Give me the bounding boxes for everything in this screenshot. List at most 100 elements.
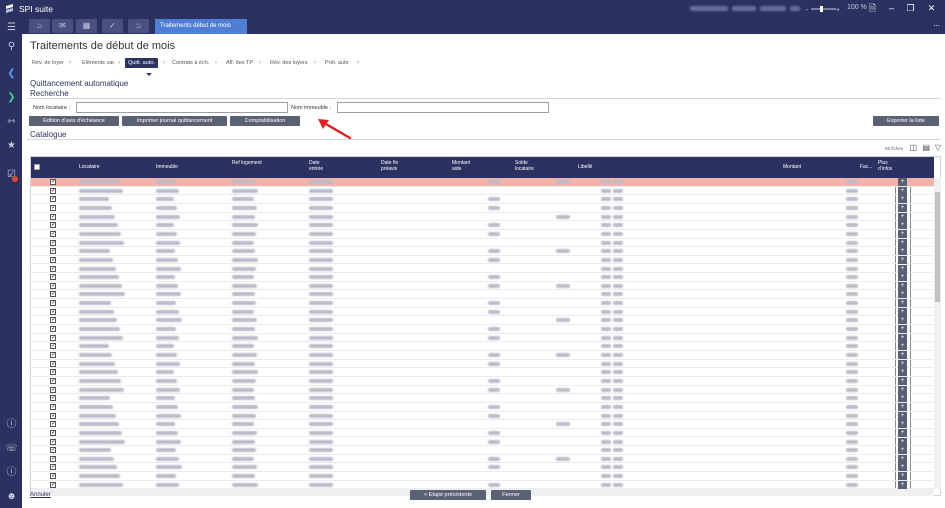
etape-precedente-button[interactable]: < Etape précédente	[410, 490, 486, 500]
table-row[interactable]: ✓ +	[31, 221, 934, 230]
row-checkbox[interactable]: ✓	[50, 360, 56, 367]
table-row[interactable]: ✓ +	[31, 446, 934, 455]
row-checkbox[interactable]: ✓	[50, 274, 56, 281]
table-row[interactable]: ✓ +	[31, 437, 934, 447]
plus-infos-button[interactable]: +	[898, 264, 907, 273]
row-checkbox[interactable]: ✓	[50, 447, 56, 454]
plus-infos-button[interactable]: +	[898, 212, 907, 221]
help-icon[interactable]: ⓘ	[5, 418, 18, 431]
imprimer-journal-button[interactable]: Imprimer journal quittancement	[122, 116, 227, 126]
row-checkbox[interactable]: ✓	[50, 455, 56, 462]
row-checkbox[interactable]: ✓	[50, 464, 56, 471]
table-row[interactable]: ✓ +	[31, 385, 934, 395]
row-checkbox[interactable]: ✓	[50, 308, 56, 315]
col-locataire[interactable]: Locataire	[79, 164, 100, 170]
plus-infos-button[interactable]: +	[898, 316, 907, 325]
step-aff-tp[interactable]: Aff. des TP	[226, 60, 253, 66]
row-checkbox[interactable]: ✓	[50, 403, 56, 410]
table-row[interactable]: ✓ +	[31, 325, 934, 334]
mail-tab-icon[interactable]: ✉	[52, 19, 73, 33]
row-checkbox[interactable]: ✓	[50, 317, 56, 324]
row-checkbox[interactable]: ✓	[50, 473, 56, 480]
calendar-tab-icon[interactable]: ▦	[76, 19, 97, 33]
plus-infos-button[interactable]: +	[898, 368, 907, 377]
plus-infos-button[interactable]: +	[898, 351, 907, 359]
plus-infos-button[interactable]: +	[898, 385, 907, 394]
select-all-checkbox[interactable]	[34, 164, 40, 170]
plus-infos-button[interactable]: +	[898, 446, 907, 455]
row-checkbox[interactable]: ✓	[50, 187, 56, 194]
row-checkbox[interactable]: ✓	[50, 386, 56, 393]
table-row[interactable]: ✓ +	[31, 307, 934, 317]
table-row[interactable]: ✓ +	[31, 299, 934, 308]
table-row[interactable]: ✓ +	[31, 368, 934, 377]
plus-infos-button[interactable]: +	[898, 480, 907, 489]
vertical-scrollbar[interactable]	[934, 178, 941, 489]
plus-infos-button[interactable]: +	[898, 325, 907, 334]
row-checkbox[interactable]: ✓	[50, 334, 56, 341]
row-checkbox[interactable]: ✓	[50, 326, 56, 333]
exporter-liste-button[interactable]: Exporter la liste	[873, 116, 939, 126]
plus-infos-button[interactable]: +	[898, 307, 907, 316]
step-rev-loyers[interactable]: Rév. des loyers	[270, 60, 308, 66]
support-icon[interactable]: ☏	[5, 442, 18, 455]
row-checkbox[interactable]: ✓	[50, 352, 56, 358]
plus-infos-button[interactable]: +	[898, 299, 907, 308]
table-row[interactable]: ✓ +	[31, 463, 934, 473]
col-montant[interactable]: Montant	[783, 164, 801, 170]
table-row[interactable]: ✓ +	[31, 394, 934, 403]
col-fac[interactable]: Fac...	[860, 164, 873, 170]
filter-icon[interactable]: ▽	[935, 143, 941, 152]
columns-icon[interactable]: ◫	[909, 143, 917, 152]
plus-infos-button[interactable]: +	[898, 186, 907, 195]
comptabilisation-button[interactable]: Comptabilisation	[230, 116, 300, 126]
plus-infos-button[interactable]: +	[898, 290, 907, 299]
col-date-fin-preavis[interactable]: Date fin préavis	[381, 160, 405, 172]
plus-infos-button[interactable]: +	[898, 463, 907, 472]
locataire-input[interactable]	[76, 102, 288, 113]
table-row[interactable]: ✓ +	[31, 273, 934, 282]
row-checkbox[interactable]: ✓	[50, 421, 56, 428]
user-icon[interactable]: ☻	[5, 490, 18, 503]
row-checkbox[interactable]: ✓	[50, 204, 56, 211]
table-row[interactable]: ✓ +	[31, 264, 934, 274]
row-checkbox[interactable]: ✓	[50, 179, 56, 185]
plus-infos-button[interactable]: +	[898, 247, 907, 256]
table-row[interactable]: ✓ +	[31, 290, 934, 300]
table-row[interactable]: ✓ +	[31, 203, 934, 213]
table-row[interactable]: ✓ +	[31, 229, 934, 239]
table-row[interactable]: ✓ +	[31, 480, 934, 489]
row-checkbox[interactable]: ✓	[50, 239, 56, 246]
step-quitt-auto[interactable]: Quitt. auto.	[125, 58, 158, 68]
plus-infos-button[interactable]: +	[898, 333, 907, 342]
col-solde-locataire[interactable]: Solde locataire	[515, 160, 541, 172]
step-contrats[interactable]: Contrats à éch.	[172, 60, 209, 66]
table-row[interactable]: ✓ +	[31, 195, 934, 204]
table-row[interactable]: ✓ +	[31, 255, 934, 265]
annuler-link[interactable]: Annuler	[30, 492, 51, 498]
table-row[interactable]: ✓ +	[31, 342, 934, 351]
table-row[interactable]: ✓ +	[31, 376, 934, 386]
arrow-left-icon[interactable]: ❮	[5, 67, 18, 80]
export-icon[interactable]: ▤	[922, 143, 930, 152]
table-row[interactable]: ✓ +	[31, 316, 934, 326]
minimize-icon[interactable]: –	[886, 3, 897, 14]
row-checkbox[interactable]: ✓	[50, 282, 56, 289]
plus-infos-button[interactable]: +	[898, 342, 907, 351]
restore-icon[interactable]: ❐	[905, 3, 916, 14]
table-row[interactable]: ✓ +	[31, 178, 934, 187]
plus-infos-button[interactable]: +	[898, 376, 907, 385]
row-checkbox[interactable]: ✓	[50, 369, 56, 376]
plus-infos-button[interactable]: +	[898, 411, 907, 420]
table-row[interactable]: ✓ +	[31, 411, 934, 421]
plus-infos-button[interactable]: +	[898, 273, 907, 282]
plus-infos-button[interactable]: +	[898, 281, 907, 290]
menu-icon[interactable]: ☰	[5, 21, 18, 34]
row-checkbox[interactable]: ✓	[50, 343, 56, 350]
table-row[interactable]: ✓ +	[31, 351, 934, 360]
fermer-button[interactable]: Fermer	[491, 490, 531, 500]
step-elements-var[interactable]: Eléments var.	[82, 60, 115, 66]
table-row[interactable]: ✓ +	[31, 402, 934, 412]
row-checkbox[interactable]: ✓	[50, 429, 56, 436]
star-icon[interactable]: ★	[5, 139, 18, 152]
